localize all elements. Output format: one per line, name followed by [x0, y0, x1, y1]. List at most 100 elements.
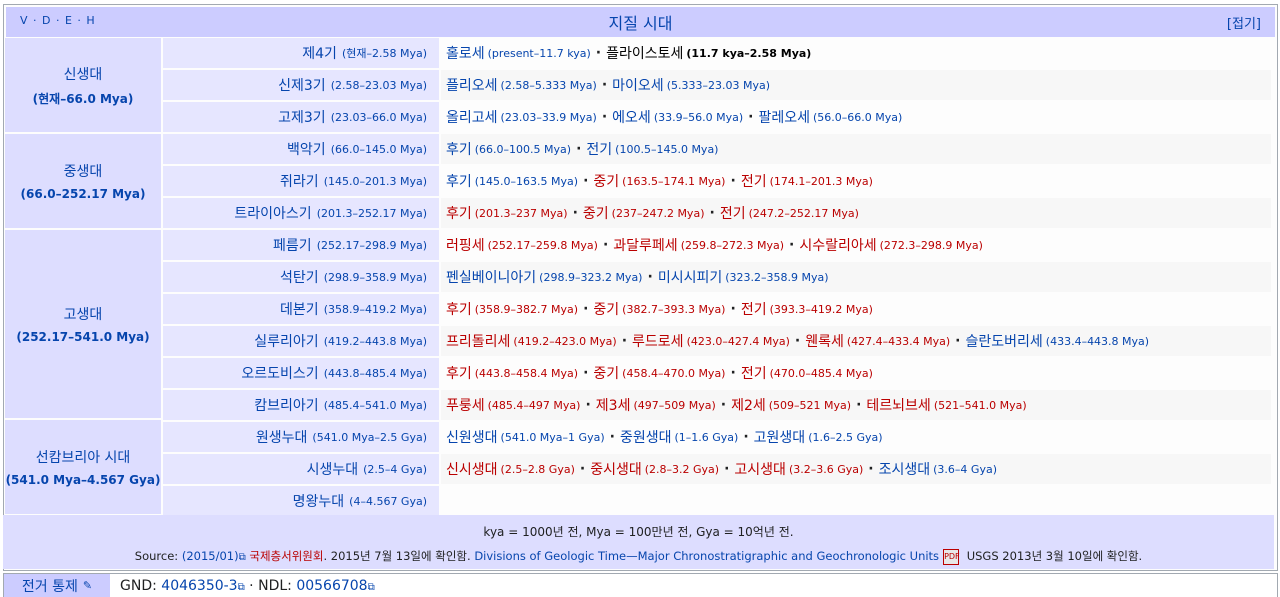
- source-org-link[interactable]: 국제층서위원회: [249, 549, 323, 563]
- epoch-link[interactable]: 중원생대: [620, 427, 672, 447]
- separator-dot: ·: [743, 429, 749, 445]
- separator: ·: [244, 577, 259, 594]
- period-name-cell: 캄브리아기 (485.4–541.0 Mya): [163, 390, 439, 420]
- epoch-link[interactable]: 전기: [741, 363, 767, 383]
- period-range: (2.5–4 Gya): [363, 462, 427, 476]
- vde-links[interactable]: V · D · E · H: [20, 14, 96, 27]
- separator-dot: ·: [601, 109, 608, 125]
- epoch-link[interactable]: 웬록세: [805, 331, 844, 351]
- epoch-link[interactable]: 시수랄리아세: [799, 235, 876, 255]
- epoch-link[interactable]: 후기: [446, 363, 472, 383]
- epoch-link[interactable]: 플라이스토세: [606, 43, 683, 63]
- epoch-link[interactable]: 고원생대: [754, 427, 806, 447]
- separator-dot: ·: [724, 461, 730, 477]
- epoch-link[interactable]: 신원생대: [446, 427, 498, 447]
- epoch-link[interactable]: 중기: [583, 203, 609, 223]
- epoch-link[interactable]: 제2세: [731, 395, 766, 415]
- epoch-link[interactable]: 러핑세: [446, 235, 485, 255]
- epoch-link[interactable]: 올리고세: [446, 107, 498, 127]
- epoch-link[interactable]: 전기: [741, 171, 767, 191]
- period-name[interactable]: 시생누대: [307, 459, 359, 479]
- epoch-link[interactable]: 후기: [446, 171, 472, 191]
- period-name[interactable]: 쥐라기: [280, 171, 319, 191]
- period-row: 트라이아스기 (201.3–252.17 Mya) 후기 (201.3–237 Mya…: [163, 198, 1271, 228]
- period-name[interactable]: 오르도비스기: [241, 363, 318, 383]
- epoch-link[interactable]: 과달루페세: [613, 235, 677, 255]
- source-doc-link[interactable]: Divisions of Geologic Time—Major Chronos…: [474, 549, 939, 563]
- separator-dot: ·: [955, 333, 961, 349]
- era-range: (66.0–252.17 Mya): [20, 187, 146, 201]
- epoch-link[interactable]: 후기: [446, 139, 472, 159]
- gnd-link[interactable]: 4046350-3: [161, 578, 237, 594]
- era-name[interactable]: 신생대: [64, 64, 103, 84]
- epoch-link[interactable]: 플리오세: [446, 75, 498, 95]
- period-row: 실루리아기 (419.2–443.8 Mya) 프리돌리세 (419.2–423.0 …: [163, 326, 1271, 356]
- epoch-link[interactable]: 프리돌리세: [446, 331, 510, 351]
- period-range: (4–4.567 Gya): [349, 494, 427, 508]
- epoch-range: (1–1.6 Gya): [674, 430, 739, 444]
- period-name[interactable]: 신제3기: [278, 75, 326, 95]
- epoch-range: (423.0–427.4 Mya): [686, 334, 790, 348]
- period-range: (2.58–23.03 Mya): [330, 78, 427, 92]
- epoch-link[interactable]: 고시생대: [734, 459, 786, 479]
- epoch-link[interactable]: 미시시피기: [658, 267, 722, 287]
- separator-dot: ·: [609, 429, 615, 445]
- epoch-link[interactable]: 에오세: [612, 107, 651, 127]
- period-row: 제4기 (현재–2.58 Mya) 홀로세 (present–11.7 kya) · 플라…: [163, 38, 1271, 68]
- epoch-link[interactable]: 제3세: [596, 395, 631, 415]
- epoch-link[interactable]: 루드로세: [632, 331, 684, 351]
- epoch-link[interactable]: 중기: [593, 363, 619, 383]
- period-name[interactable]: 백악기: [287, 139, 326, 159]
- period-name[interactable]: 석탄기: [280, 267, 319, 287]
- era-name[interactable]: 선캄브리아 시대: [36, 447, 131, 467]
- pdf-icon: PDF: [943, 548, 960, 565]
- epoch-link[interactable]: 중기: [593, 299, 619, 319]
- period-name[interactable]: 제4기: [302, 43, 337, 63]
- period-name[interactable]: 명왕누대: [293, 491, 345, 511]
- epoch-range: (541.0 Mya–1 Gya): [500, 430, 605, 444]
- period-name[interactable]: 캄브리아기: [254, 395, 318, 415]
- epoch-range: (259.8–272.3 Mya): [680, 238, 784, 252]
- era-name[interactable]: 고생대: [64, 304, 103, 324]
- epoch-link[interactable]: 전기: [741, 299, 767, 319]
- epoch-link[interactable]: 팔레오세: [758, 107, 810, 127]
- epoch-link[interactable]: 마이오세: [612, 75, 664, 95]
- period-name[interactable]: 고제3기: [278, 107, 326, 127]
- separator-dot: ·: [579, 461, 586, 477]
- epoch-link[interactable]: 슬란도버리세: [966, 331, 1043, 351]
- period-row: 쥐라기 (145.0–201.3 Mya) 후기 (145.0–163.5 Mya) ·…: [163, 166, 1271, 196]
- epoch-link[interactable]: 전기: [720, 203, 746, 223]
- pencil-icon[interactable]: ✎: [83, 579, 92, 592]
- epoch-list: 후기 (145.0–163.5 Mya) · 중기 (163.5–174.1 Mya) ·…: [441, 166, 1271, 196]
- epoch-link[interactable]: 푸룽세: [446, 395, 485, 415]
- epoch-link[interactable]: 테르뇌브세: [866, 395, 930, 415]
- era-cell: 중생대 (66.0–252.17 Mya): [5, 134, 161, 228]
- epoch-link[interactable]: 조시생대: [879, 459, 931, 479]
- separator-dot: ·: [868, 461, 874, 477]
- period-name[interactable]: 원생누대: [256, 427, 308, 447]
- source-date-link[interactable]: (2015/01): [182, 549, 239, 563]
- epoch-link[interactable]: 펜실베이니아기: [446, 267, 536, 287]
- collapse-toggle[interactable]: [접기]: [1227, 13, 1261, 32]
- epoch-link[interactable]: 중시생대: [590, 459, 642, 479]
- epoch-link[interactable]: 신시생대: [446, 459, 498, 479]
- authority-header-text[interactable]: 전거 통제: [22, 576, 78, 596]
- period-name[interactable]: 트라이아스기: [234, 203, 311, 223]
- epoch-link[interactable]: 중기: [593, 171, 619, 191]
- epoch-link[interactable]: 홀로세: [446, 43, 485, 63]
- era-cell: 선캄브리아 시대 (541.0 Mya–4.567 Gya): [5, 420, 161, 514]
- epoch-link[interactable]: 전기: [586, 139, 612, 159]
- navbox-title[interactable]: 지질 시대: [609, 10, 673, 34]
- period-row: 석탄기 (298.9–358.9 Mya) 펜실베이니아기 (298.9–323.2 …: [163, 262, 1271, 292]
- epoch-link[interactable]: 후기: [446, 299, 472, 319]
- period-name[interactable]: 데본기: [280, 299, 319, 319]
- period-name[interactable]: 실루리아기: [254, 331, 318, 351]
- ndl-link[interactable]: 00566708: [296, 578, 367, 594]
- authority-header: 전거 통제 ✎: [4, 574, 110, 597]
- period-name[interactable]: 페름기: [273, 235, 312, 255]
- era-cell: 고생대 (252.17–541.0 Mya): [5, 230, 161, 418]
- epoch-link[interactable]: 후기: [446, 203, 472, 223]
- period-name-cell: 시생누대 (2.5–4 Gya): [163, 454, 439, 484]
- era-name[interactable]: 중생대: [64, 161, 103, 181]
- period-row: 캄브리아기 (485.4–541.0 Mya) 푸룽세 (485.4–497 Mya)…: [163, 390, 1271, 420]
